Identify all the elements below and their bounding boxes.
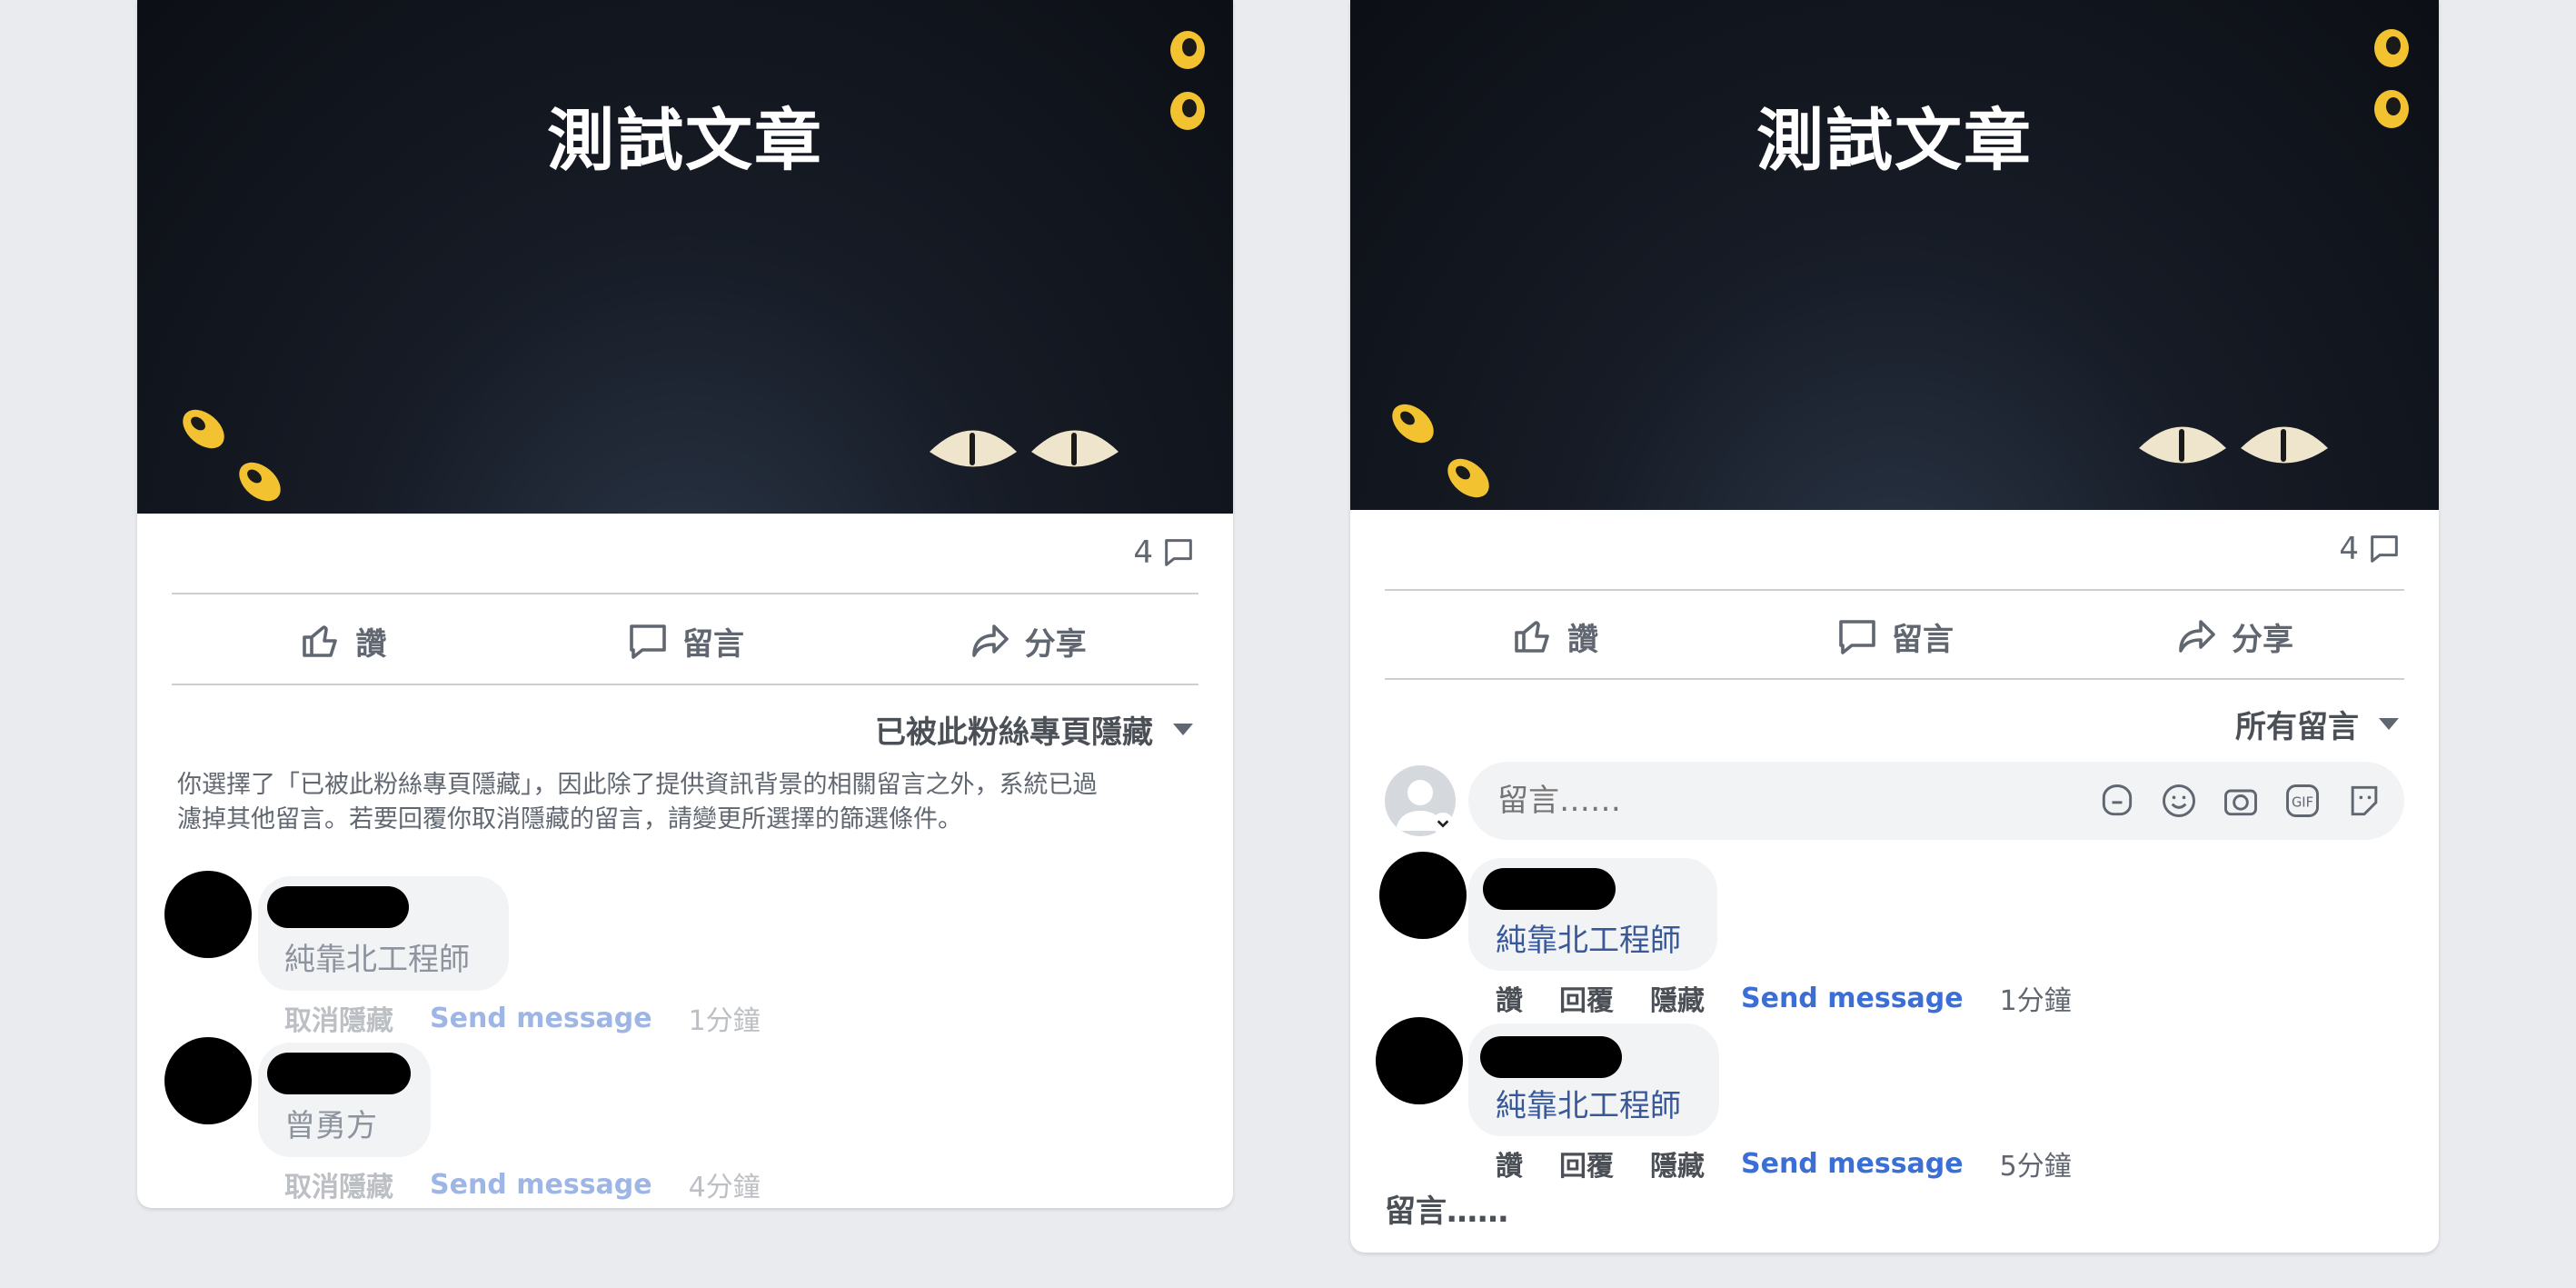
comment-count[interactable]: 4 <box>1133 534 1197 571</box>
comment-bubble-icon <box>1165 539 1192 566</box>
post-actions: 讚 留言 分享 <box>1385 593 2404 680</box>
share-label: 分享 <box>1024 625 1087 663</box>
comment-time[interactable]: 1分鐘 <box>2000 978 2072 1018</box>
comment-button[interactable]: 留言 <box>514 597 857 684</box>
caret-down-icon <box>2379 718 2399 730</box>
share-icon <box>971 624 1009 657</box>
reply-link[interactable]: 回覆 <box>1559 1143 1614 1183</box>
comment-time[interactable]: 1分鐘 <box>689 998 761 1038</box>
avatar[interactable] <box>164 871 252 958</box>
filter-label: 已被此粉絲專頁隱藏 <box>875 714 1153 751</box>
avatar-switch-chevron-icon[interactable] <box>1432 813 1454 834</box>
comment-text-link[interactable]: 純靠北工程師 <box>1496 1081 1681 1125</box>
post-card-all-comments: 測試文章 4 讚 留言 分享 所有留言 留言…… GIF 純靠北工程師 讚 回覆… <box>1350 0 2439 1253</box>
share-button[interactable]: 分享 <box>856 597 1198 684</box>
share-label: 分享 <box>2232 621 2293 658</box>
share-button[interactable]: 分享 <box>2064 593 2404 680</box>
comment-label: 留言 <box>1892 621 1954 658</box>
comment-filter-dropdown[interactable]: 已被此粉絲專頁隱藏 <box>875 707 1193 752</box>
svg-text:GIF: GIF <box>2292 794 2313 810</box>
comment-text-link[interactable]: 純靠北工程師 <box>1496 915 1681 960</box>
post-banner-image[interactable]: 測試文章 <box>1350 0 2439 510</box>
sticker-icon[interactable] <box>2097 781 2137 821</box>
redacted-name <box>267 1053 411 1094</box>
divider <box>1385 589 2404 591</box>
like-button[interactable]: 讚 <box>1385 593 1725 680</box>
comment-label: 留言 <box>682 625 744 663</box>
hide-link[interactable]: 隱藏 <box>1650 978 1705 1018</box>
comment-time[interactable]: 4分鐘 <box>689 1164 761 1204</box>
comment-count-value: 4 <box>1133 534 1153 571</box>
camera-icon[interactable] <box>2221 781 2261 821</box>
send-message-link[interactable]: Send message <box>1741 983 1964 1014</box>
avatar[interactable] <box>1376 1017 1463 1104</box>
comment-input[interactable] <box>1496 782 2044 820</box>
banner-title: 測試文章 <box>1756 102 2033 180</box>
comment-bubble-icon <box>2371 535 2398 563</box>
avatar[interactable] <box>1379 852 1467 939</box>
reply-link[interactable]: 回覆 <box>1559 978 1614 1018</box>
avatar[interactable] <box>164 1037 252 1124</box>
comment-filter-dropdown[interactable]: 所有留言 <box>2235 702 2399 746</box>
divider <box>172 684 1198 685</box>
sticker-face-icon[interactable] <box>2344 781 2384 821</box>
caret-down-icon <box>1173 724 1193 735</box>
comment-count[interactable]: 4 <box>2339 531 2402 567</box>
banner-title: 測試文章 <box>547 102 823 180</box>
like-comment-link[interactable]: 讚 <box>1496 978 1523 1018</box>
notice-line: 濾掉其他留言。若要回覆你取消隱藏的留言，請變更所選擇的篩選條件。 <box>177 805 962 834</box>
share-icon <box>2179 620 2215 653</box>
comment-icon <box>1839 620 1875 654</box>
post-actions: 讚 留言 分享 <box>172 597 1198 684</box>
cat-eyes-illustration <box>1392 29 2409 498</box>
like-icon <box>303 625 338 657</box>
redacted-name <box>1483 868 1616 910</box>
send-message-link[interactable]: Send message <box>430 1169 652 1201</box>
filter-notice: 你選擇了「已被此粉絲專頁隱藏」，因此除了提供資訊背景的相關留言之外，系統已過 濾… <box>177 768 1193 837</box>
like-label: 讚 <box>355 625 387 663</box>
gif-icon[interactable]: GIF <box>2283 781 2322 821</box>
comment-actions: 讚 回覆 隱藏 Send message 5分鐘 <box>1496 1143 2108 1183</box>
unhide-link[interactable]: 取消隱藏 <box>284 1164 393 1204</box>
notice-line: 你選擇了「已被此粉絲專頁隱藏」，因此除了提供資訊背景的相關留言之外，系統已過 <box>177 771 1098 799</box>
redacted-name <box>267 886 409 928</box>
comment-time[interactable]: 5分鐘 <box>2000 1143 2072 1183</box>
comment-text: 純靠北工程師 <box>284 942 470 978</box>
like-comment-link[interactable]: 讚 <box>1496 1143 1523 1183</box>
comment-text: 曾勇方 <box>284 1108 377 1144</box>
emoji-icon[interactable] <box>2159 781 2199 821</box>
comment-actions: 讚 回覆 隱藏 Send message 1分鐘 <box>1496 978 2108 1018</box>
hide-link[interactable]: 隱藏 <box>1650 1143 1705 1183</box>
post-card-hidden-filter: 測試文章 4 讚 留言 分享 已被此粉絲專頁隱藏 你選擇了「已被此粉絲專頁隱藏」… <box>137 0 1233 1208</box>
comment-actions: 取消隱藏 Send message 1分鐘 <box>284 998 797 1038</box>
like-icon <box>1515 621 1549 653</box>
comment-icon <box>630 624 666 659</box>
divider <box>172 593 1198 594</box>
comment-button[interactable]: 留言 <box>1725 593 2064 680</box>
comment-count-value: 4 <box>2339 531 2359 567</box>
filter-label: 所有留言 <box>2235 709 2359 745</box>
unhide-link[interactable]: 取消隱藏 <box>284 998 393 1038</box>
write-comment-link[interactable]: 留言…… <box>1385 1186 1508 1231</box>
send-message-link[interactable]: Send message <box>1741 1148 1964 1180</box>
post-banner-image[interactable]: 測試文章 <box>137 0 1233 514</box>
cat-eyes-illustration <box>183 31 1205 502</box>
send-message-link[interactable]: Send message <box>430 1003 652 1034</box>
redacted-name <box>1480 1036 1622 1078</box>
like-label: 讚 <box>1567 621 1598 658</box>
composer-icons: GIF <box>2097 762 2384 840</box>
comment-composer[interactable]: GIF <box>1468 762 2404 840</box>
like-button[interactable]: 讚 <box>172 597 514 684</box>
divider <box>1385 678 2404 680</box>
comment-actions: 取消隱藏 Send message 4分鐘 <box>284 1164 797 1204</box>
